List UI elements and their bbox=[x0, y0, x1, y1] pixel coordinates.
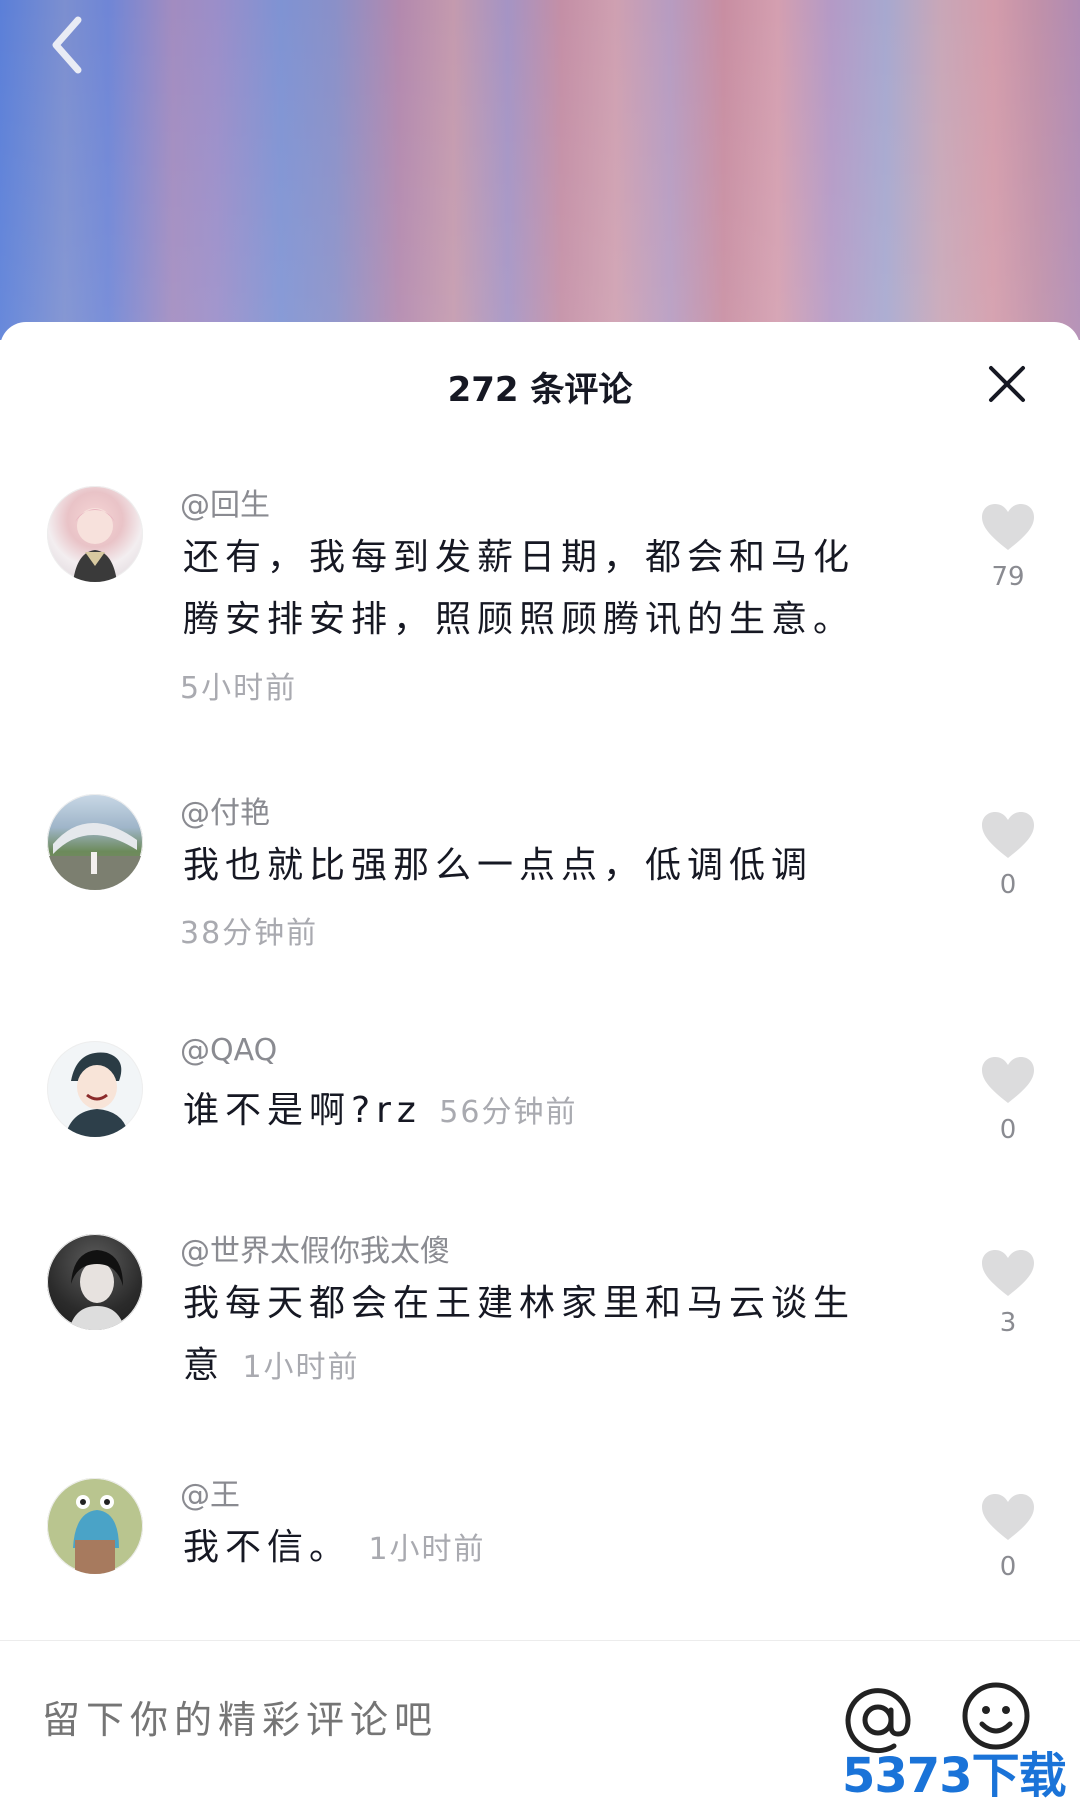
avatar[interactable] bbox=[47, 1478, 143, 1574]
avatar-image bbox=[47, 822, 143, 890]
comment-time: 56分钟前 bbox=[439, 1095, 578, 1130]
comment-text: 我不信。 1小时前 bbox=[183, 1517, 873, 1581]
comment-body: 谁不是啊?rz bbox=[183, 1090, 422, 1131]
divider bbox=[0, 1640, 1080, 1641]
comment-body: 我也就比强那么一点点，低调低调 bbox=[183, 845, 814, 886]
like-count: 79 bbox=[991, 562, 1025, 592]
avatar-image bbox=[73, 508, 117, 582]
comment-input[interactable] bbox=[40, 1680, 824, 1762]
comment-text: 谁不是啊?rz 56分钟前 bbox=[183, 1080, 873, 1144]
like-count: 0 bbox=[999, 1552, 1017, 1582]
comment-time: 5小时前 bbox=[180, 671, 298, 706]
avatar-image bbox=[65, 1052, 129, 1137]
like-count: 3 bbox=[999, 1308, 1017, 1338]
heart-icon[interactable] bbox=[980, 1492, 1036, 1542]
like-count: 0 bbox=[999, 870, 1017, 900]
comment-time: 38分钟前 bbox=[180, 916, 319, 951]
video-background bbox=[0, 0, 1080, 340]
comment-author[interactable]: @QAQ bbox=[180, 1033, 277, 1068]
comment-author[interactable]: @王 bbox=[180, 1470, 240, 1514]
avatar-image bbox=[73, 1495, 119, 1574]
comment-text: 我每天都会在王建林家里和马云谈生意 1小时前 bbox=[183, 1273, 873, 1399]
heart-icon[interactable] bbox=[980, 1248, 1036, 1298]
avatar[interactable] bbox=[47, 1234, 143, 1330]
watermark-logo: 5373下载 bbox=[842, 1748, 1067, 1804]
comments-count-title: 272 条评论 bbox=[447, 370, 633, 410]
comment-author[interactable]: @世界太假你我太傻 bbox=[180, 1226, 450, 1270]
comment-time: 1小时前 bbox=[368, 1532, 486, 1567]
heart-icon[interactable] bbox=[980, 1055, 1036, 1105]
like-count: 0 bbox=[999, 1115, 1017, 1145]
avatar[interactable] bbox=[47, 486, 143, 582]
comment-text: 我也就比强那么一点点，低调低调 bbox=[183, 835, 873, 897]
comment-author[interactable]: @回生 bbox=[180, 480, 270, 524]
heart-icon[interactable] bbox=[980, 502, 1036, 552]
avatar[interactable] bbox=[47, 1041, 143, 1137]
comment-time: 1小时前 bbox=[242, 1350, 360, 1385]
comment-body: 还有，我每到发薪日期，都会和马化腾安排安排，照顾照顾腾讯的生意。 bbox=[183, 537, 856, 640]
avatar[interactable] bbox=[47, 794, 143, 890]
heart-icon[interactable] bbox=[980, 810, 1036, 860]
close-icon[interactable] bbox=[985, 362, 1029, 406]
comment-author[interactable]: @付艳 bbox=[180, 788, 270, 832]
chevron-left-icon[interactable] bbox=[44, 10, 94, 80]
avatar-image bbox=[69, 1250, 125, 1330]
comment-text: 还有，我每到发薪日期，都会和马化腾安排安排，照顾照顾腾讯的生意。 bbox=[183, 527, 873, 651]
comment-body: 我不信。 bbox=[183, 1527, 352, 1568]
